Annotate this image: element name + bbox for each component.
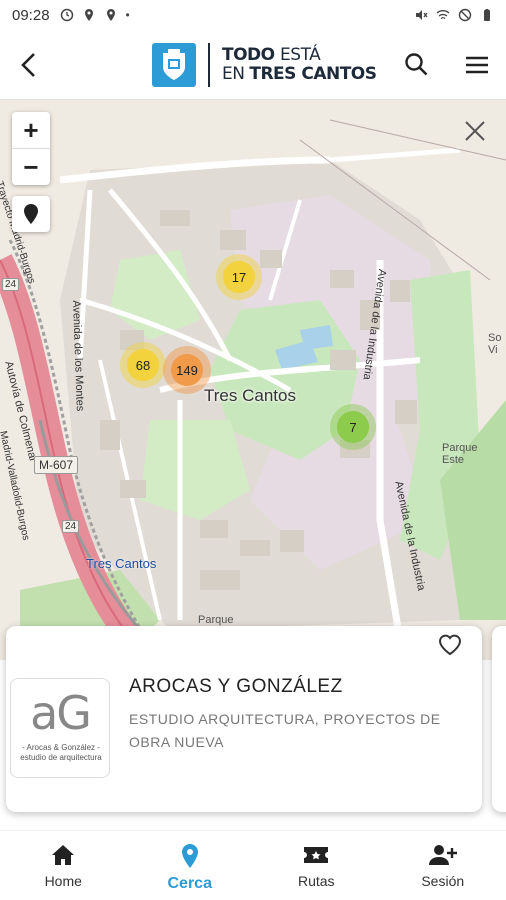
nav-sesion[interactable]: Sesión (380, 831, 506, 900)
thumbnail-caption-2: estudio de arquitectura (20, 753, 102, 762)
bottom-navigation: Home Cerca Rutas Sesión (0, 830, 506, 900)
logo-word-en: EN (222, 64, 245, 84)
road-badge-24-top: 24 (2, 278, 20, 291)
nav-rutas-label: Rutas (297, 873, 335, 889)
nav-cerca-label: Cerca (167, 875, 212, 892)
logo-text: TODO ESTÁ EN TRES CANTOS (222, 46, 377, 84)
road-badge-24-bottom: 24 (62, 520, 80, 533)
location-icon (84, 9, 93, 21)
next-place-card-peek[interactable] (492, 626, 506, 812)
battery-icon (484, 9, 490, 21)
city-shield-icon (152, 43, 196, 87)
map-cluster[interactable]: 7 (330, 404, 376, 450)
mute-icon (416, 10, 428, 20)
nav-sesion-label: Sesión (421, 873, 465, 889)
app-logo: TODO ESTÁ EN TRES CANTOS (152, 43, 377, 87)
dot-icon: • (125, 8, 130, 22)
wifi-icon (436, 10, 450, 20)
location-icon (106, 9, 115, 21)
area-label-parque: Parque (198, 614, 234, 626)
add-user-icon (428, 845, 457, 865)
locate-button[interactable] (12, 196, 50, 232)
map-view[interactable]: Autovía de Colmenar Avenida de los Monte… (0, 100, 506, 660)
zoom-out-button[interactable]: − (12, 149, 50, 185)
station-label: Tres Cantos (86, 556, 157, 571)
cluster-count: 17 (231, 269, 247, 285)
status-time: 09:28 (12, 6, 50, 24)
heart-icon[interactable] (436, 630, 464, 658)
alarm-icon (60, 8, 73, 22)
place-description: ESTUDIO ARQUITECTURA, PROYECTOS DE OBRA … (129, 711, 441, 750)
logo-word-todo: TODO (222, 45, 275, 65)
place-title: AROCAS Y GONZÁLEZ (129, 676, 343, 697)
hamburger-menu-icon[interactable] (462, 50, 492, 80)
logo-word-tres-cantos: TRES CANTOS (249, 64, 377, 84)
logo-divider (208, 43, 210, 87)
map-marker-icon (24, 204, 38, 224)
status-bar: 09:28 • (0, 0, 506, 30)
nav-cerca[interactable]: Cerca (127, 831, 254, 900)
zoom-in-button[interactable]: + (12, 112, 50, 148)
area-label-edge: So Vi (488, 332, 502, 356)
map-cluster[interactable]: 149 (163, 346, 211, 394)
cluster-count: 7 (349, 419, 357, 435)
thumbnail-caption-1: - Arocas & González - (22, 743, 100, 752)
home-icon (52, 845, 75, 865)
location-pin-icon (181, 844, 198, 868)
thumbnail-logo: aG (30, 686, 92, 740)
map-cluster[interactable]: 68 (120, 342, 166, 388)
nav-home-label: Home (44, 873, 82, 889)
road-badge-m607: M-607 (34, 456, 79, 474)
city-label: Tres Cantos (204, 386, 296, 405)
zoom-control: + − (12, 112, 50, 185)
cluster-count: 68 (135, 357, 151, 373)
nav-rutas[interactable]: Rutas (253, 831, 380, 900)
logo-word-esta: ESTÁ (280, 45, 321, 65)
area-label-parque-este: Parque Este (442, 442, 478, 466)
cluster-count: 149 (176, 362, 198, 378)
nav-home[interactable]: Home (0, 831, 127, 900)
place-thumbnail: aG - Arocas & González - estudio de arqu… (10, 678, 110, 778)
place-card[interactable]: aG - Arocas & González - estudio de arqu… (6, 626, 482, 812)
ticket-icon (304, 847, 329, 863)
back-arrow-icon[interactable] (12, 48, 46, 82)
search-icon[interactable] (402, 50, 432, 80)
app-header: TODO ESTÁ EN TRES CANTOS (0, 30, 506, 100)
map-cluster[interactable]: 17 (216, 254, 262, 300)
dnd-icon (458, 8, 472, 22)
close-icon[interactable] (462, 118, 488, 144)
